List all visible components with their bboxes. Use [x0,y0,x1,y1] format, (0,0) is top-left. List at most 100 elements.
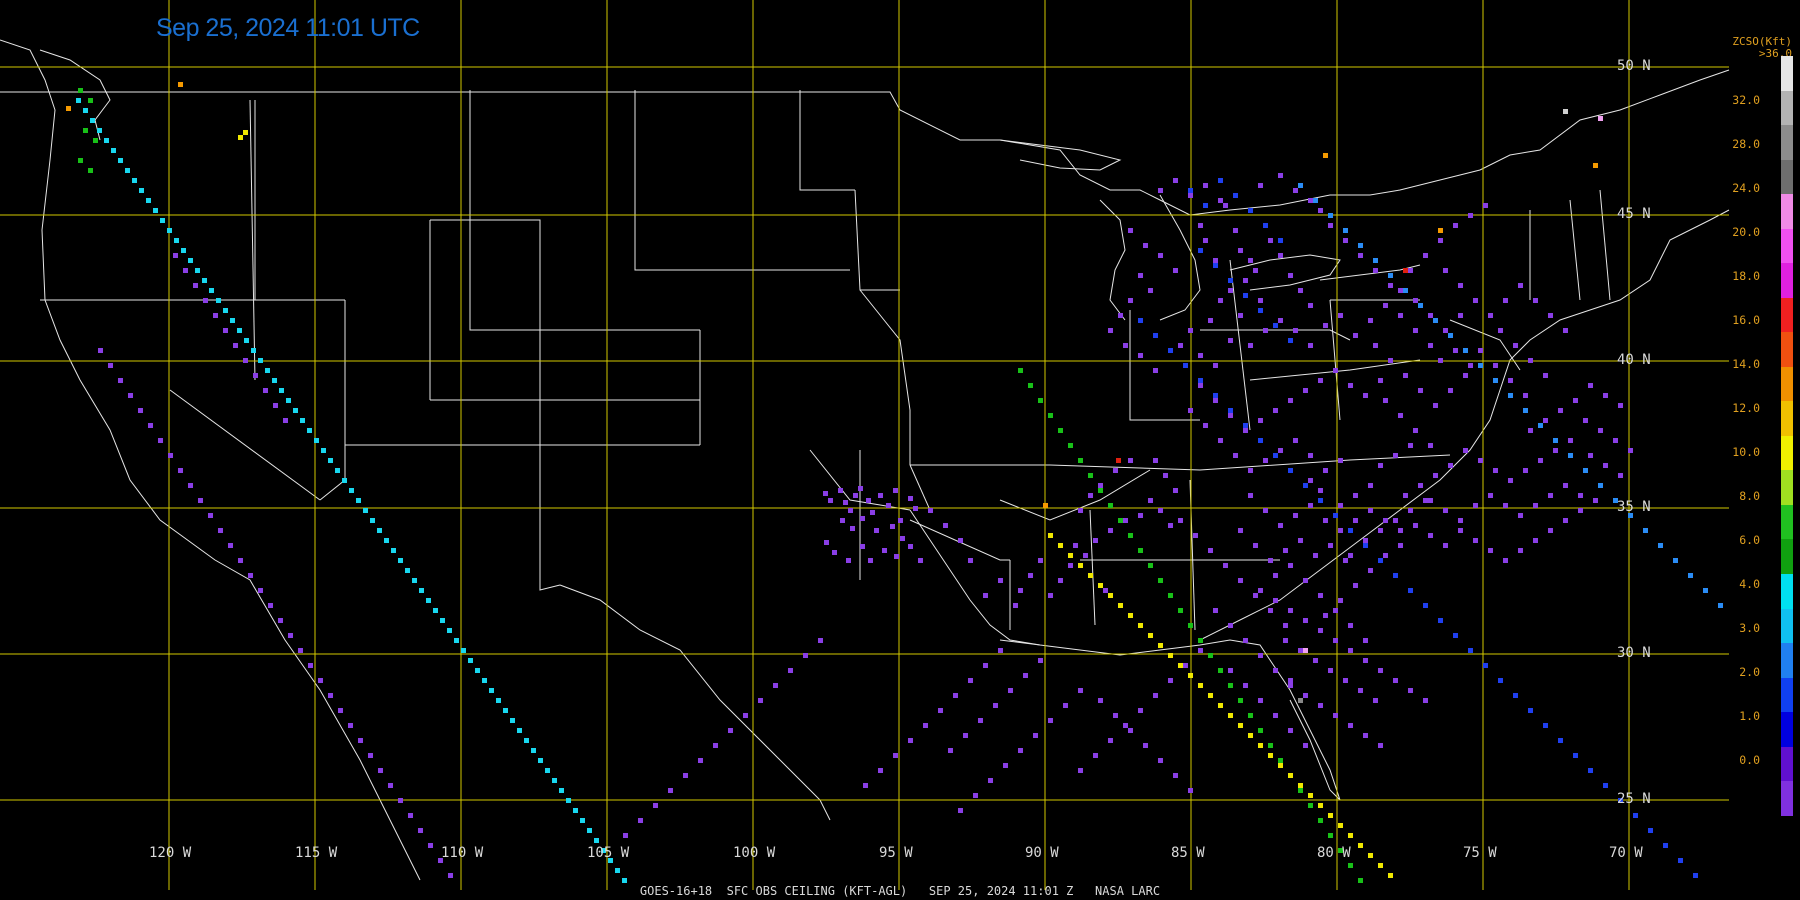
station-obs-marker [1233,228,1238,233]
station-obs-marker [850,526,855,531]
station-obs-marker [1223,563,1228,568]
colorbar-segment [1781,332,1793,367]
station-obs-marker [1213,393,1218,398]
station-obs-marker [1148,563,1153,568]
map-outline [909,464,931,511]
station-obs-marker [1013,603,1018,608]
station-obs-marker [1328,213,1333,218]
station-obs-marker [1023,673,1028,678]
map-outline [909,509,1341,801]
station-obs-marker [1033,733,1038,738]
station-obs-marker [1303,578,1308,583]
station-obs-marker [1333,368,1338,373]
station-obs-marker [1588,383,1593,388]
station-obs-marker [1543,373,1548,378]
station-obs-marker [1583,418,1588,423]
colorbar-segment [1781,56,1793,91]
colorbar-tick-label: 18.0 [1732,269,1760,283]
station-obs-marker [1123,343,1128,348]
station-obs-marker [1263,458,1268,463]
station-obs-marker [1308,478,1313,483]
station-obs-marker [1613,438,1618,443]
station-obs-marker [900,536,905,541]
station-obs-marker [1108,593,1113,598]
longitude-label: 90 W [1025,845,1059,861]
station-obs-marker [1268,608,1273,613]
station-obs-marker [1213,258,1218,263]
station-obs-marker [1243,638,1248,643]
station-obs-marker [1368,508,1373,513]
station-obs-marker [1298,788,1303,793]
station-obs-marker [1633,813,1638,818]
station-obs-marker [1218,198,1223,203]
station-obs-marker [238,135,243,140]
station-obs-marker [1493,468,1498,473]
station-obs-marker [1378,463,1383,468]
station-obs-marker [968,678,973,683]
latitude-label: 40 N [1617,352,1651,368]
station-obs-marker [1118,603,1123,608]
station-obs-marker [158,438,163,443]
station-obs-marker [1183,663,1188,668]
station-obs-marker [1278,253,1283,258]
station-obs-marker [818,638,823,643]
station-obs-marker [1048,718,1053,723]
station-obs-marker [1298,648,1303,653]
station-obs-marker [1463,448,1468,453]
station-obs-marker [233,343,238,348]
station-obs-marker [1278,763,1283,768]
station-obs-marker [1663,843,1668,848]
station-obs-marker [448,873,453,878]
station-obs-marker [1258,588,1263,593]
station-obs-marker [863,783,868,788]
map-outline [319,300,346,501]
station-obs-marker [1328,833,1333,838]
colorbar-tick-label: 10.0 [1732,445,1760,459]
map-outline [1089,509,1096,626]
station-obs-marker [1453,223,1458,228]
map-outline [1200,329,1351,341]
station-obs-marker [1093,753,1098,758]
station-obs-marker [1433,473,1438,478]
station-obs-marker [623,833,628,838]
station-obs-marker [1268,238,1273,243]
station-obs-marker [1413,328,1418,333]
station-obs-marker [128,393,133,398]
station-obs-marker [283,418,288,423]
station-obs-marker [1278,523,1283,528]
station-obs-marker [1248,208,1253,213]
station-obs-marker [440,618,445,623]
station-obs-marker [1548,493,1553,498]
station-obs-marker [1598,483,1603,488]
station-obs-marker [1123,518,1128,523]
station-obs-marker [1098,583,1103,588]
station-obs-marker [973,793,978,798]
station-obs-marker [1263,223,1268,228]
station-obs-marker [1388,358,1393,363]
station-obs-marker [286,398,291,403]
station-obs-marker [1058,428,1063,433]
station-obs-marker [1118,518,1123,523]
station-obs-marker [300,418,305,423]
station-obs-marker [377,528,382,533]
station-obs-marker [363,508,368,513]
station-obs-marker [1128,458,1133,463]
station-obs-marker [638,818,643,823]
station-obs-marker [1238,528,1243,533]
station-obs-marker [1648,828,1653,833]
station-obs-marker [1438,618,1443,623]
station-obs-marker [1198,378,1203,383]
station-obs-marker [587,828,592,833]
station-obs-marker [228,543,233,548]
station-obs-marker [566,798,571,803]
station-obs-marker [248,573,253,578]
station-obs-marker [1333,513,1338,518]
station-obs-marker [524,738,529,743]
station-obs-marker [209,288,214,293]
station-obs-marker [1428,313,1433,318]
station-obs-marker [1228,278,1233,283]
station-obs-marker [860,516,865,521]
station-obs-marker [1058,543,1063,548]
station-obs-marker [853,493,858,498]
station-obs-marker [132,178,137,183]
